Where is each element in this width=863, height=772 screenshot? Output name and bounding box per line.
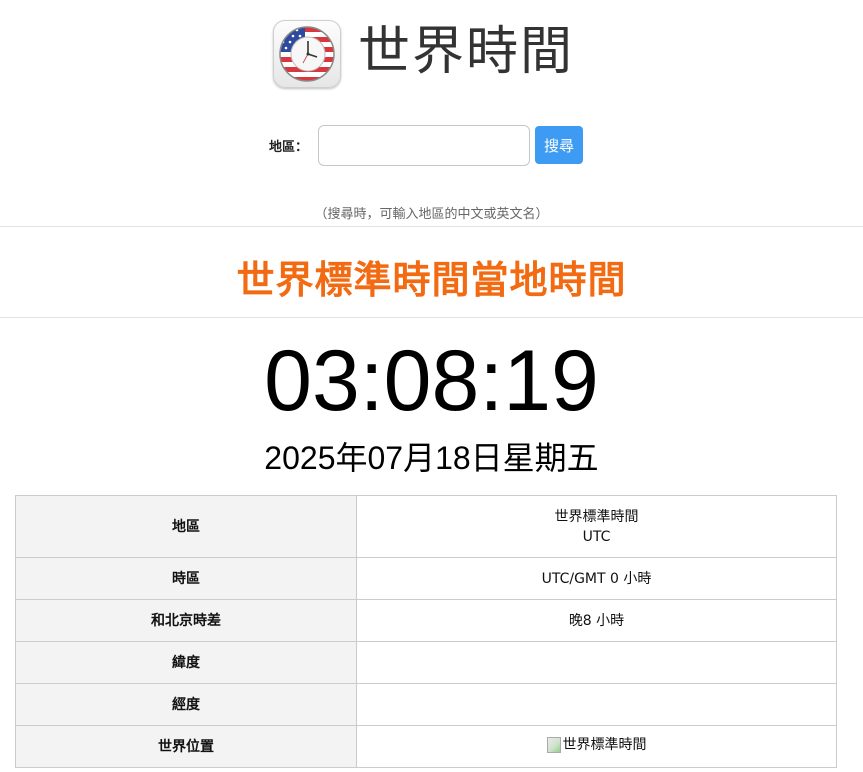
table-row-beijing-diff: 和北京時差 晚8 小時 — [15, 599, 837, 642]
divider-top — [0, 226, 863, 227]
location-info-table: 地區 世界標準時間 UTC 時區 UTC/GMT 0 小時 和北京時差 晚8 小… — [15, 495, 837, 768]
world-map-alt-text: 世界標準時間 — [562, 736, 647, 753]
page-heading: 世界標準時間當地時間 — [236, 258, 627, 302]
table-row-world-position: 世界位置 世界標準時間 — [15, 725, 837, 768]
table-row-latitude: 緯度 — [15, 641, 837, 684]
broken-image-icon — [546, 736, 561, 753]
table-row-region: 地區 世界標準時間 UTC — [15, 495, 837, 558]
world-position-key: 世界位置 — [15, 725, 357, 768]
divider-heading — [0, 317, 863, 318]
region-key: 地區 — [15, 495, 357, 558]
timezone-value: UTC/GMT 0 小時 — [356, 557, 837, 600]
longitude-key: 經度 — [15, 683, 357, 726]
region-code: UTC — [582, 528, 611, 545]
latitude-key: 緯度 — [15, 641, 357, 684]
search-bar: 地區： 搜尋 — [0, 125, 863, 167]
search-button[interactable]: 搜尋 — [535, 126, 583, 164]
world-position-value: 世界標準時間 — [356, 725, 837, 768]
longitude-value — [356, 683, 837, 726]
world-clock-flag-icon[interactable] — [273, 20, 341, 88]
current-time: 03:08:19 — [264, 333, 599, 429]
site-header: 世界時間 — [0, 18, 863, 90]
table-row-timezone: 時區 UTC/GMT 0 小時 — [15, 557, 837, 600]
current-date: 2025年07月18日星期五 — [264, 440, 599, 476]
timezone-key: 時區 — [15, 557, 357, 600]
site-title: 世界時間 — [358, 22, 575, 82]
page: 世界時間 地區： 搜尋 （搜尋時，可輸入地區的中文或英文名） 世界標準時間當地時… — [0, 0, 863, 772]
region-value: 世界標準時間 UTC — [356, 495, 837, 558]
table-row-longitude: 經度 — [15, 683, 837, 726]
search-label: 地區： — [269, 140, 309, 155]
search-hint: （搜尋時，可輸入地區的中文或英文名） — [314, 207, 549, 222]
beijing-diff-value: 晚8 小時 — [356, 599, 837, 642]
world-map-image: 世界標準時間 — [546, 735, 647, 755]
beijing-diff-key: 和北京時差 — [15, 599, 357, 642]
search-input[interactable] — [318, 125, 530, 166]
region-name: 世界標準時間 — [554, 508, 639, 525]
latitude-value — [356, 641, 837, 684]
